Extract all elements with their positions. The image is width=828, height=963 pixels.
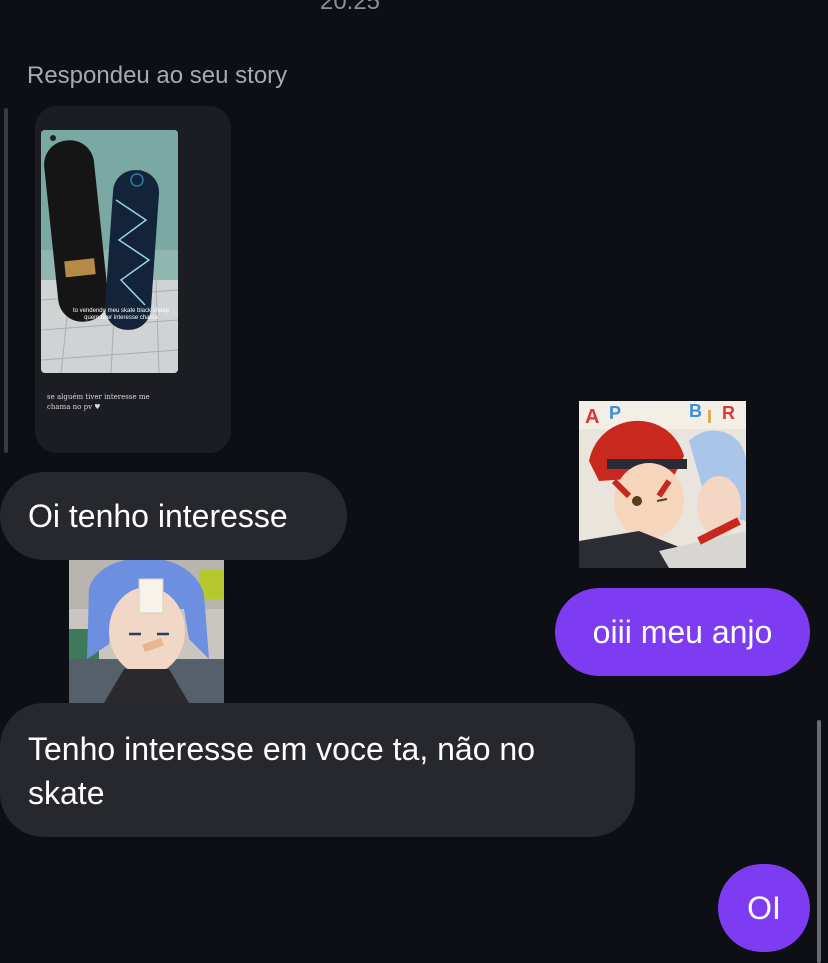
anime-sticker-image <box>69 549 224 703</box>
svg-text:A: A <box>585 406 599 428</box>
left-scroll-indicator <box>4 108 8 453</box>
skateboard-photo <box>41 130 178 373</box>
sticker-anime-birthday[interactable]: A P B I R <box>579 401 746 568</box>
message-bubble-outgoing[interactable]: oiii meu anjo <box>555 588 810 676</box>
svg-text:B: B <box>689 401 702 421</box>
timestamp: 20:25 <box>319 0 381 15</box>
message-bubble-outgoing[interactable]: OI <box>718 864 810 952</box>
svg-text:R: R <box>722 403 735 423</box>
scrollbar[interactable] <box>817 720 821 963</box>
story-caption: se alguém tiver interesse me chama no pv… <box>47 393 150 411</box>
story-overlay-text: to vendendo meu skate black sheep quem t… <box>72 308 170 321</box>
svg-text:P: P <box>609 403 621 423</box>
story-thumbnail: to vendendo meu skate black sheep quem t… <box>41 130 178 373</box>
message-bubble-incoming[interactable]: Tenho interesse em voce ta, não no skate <box>0 703 635 837</box>
anime-sticker-image: A P B I R <box>579 401 746 568</box>
story-preview-card[interactable]: to vendendo meu skate black sheep quem t… <box>35 106 231 453</box>
svg-text:I: I <box>707 407 712 427</box>
message-bubble-incoming[interactable]: Oi tenho interesse <box>0 472 347 560</box>
story-reply-label: Respondeu ao seu story <box>27 62 288 89</box>
sticker-anime-character[interactable] <box>69 549 224 703</box>
